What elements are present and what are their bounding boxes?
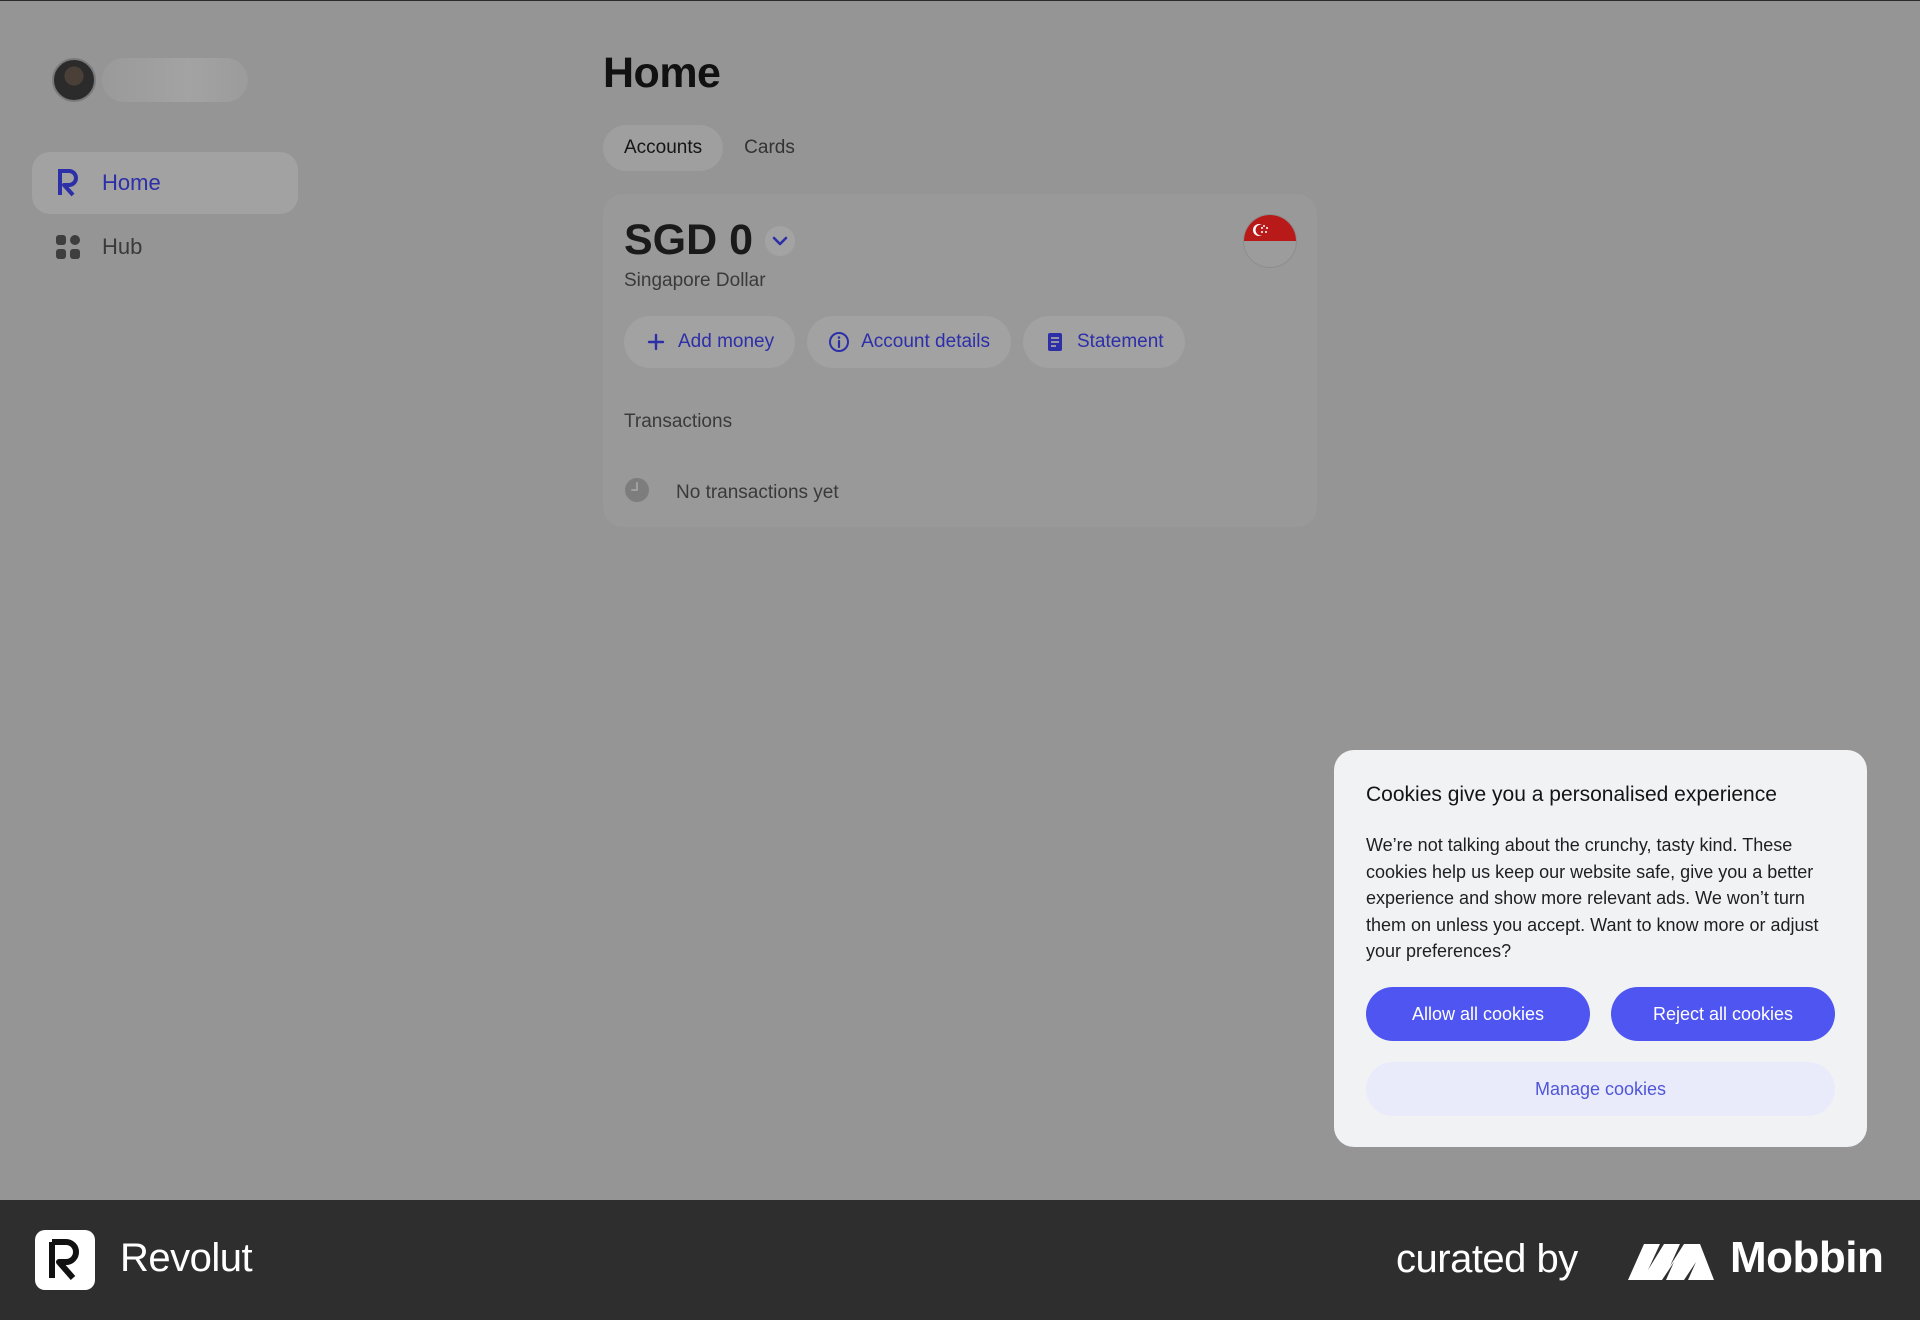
allow-all-cookies-button[interactable]: Allow all cookies <box>1366 987 1590 1041</box>
sidebar-nav: Home Hub <box>32 152 298 280</box>
add-money-label: Add money <box>678 331 775 352</box>
clock-icon <box>624 477 650 508</box>
app-name: Revolut <box>120 1236 253 1280</box>
account-balance: SGD 0 <box>624 216 754 264</box>
cookie-consent-dialog: Cookies give you a personalised experien… <box>1334 750 1867 1147</box>
cookie-primary-actions: Allow all cookies Reject all cookies <box>1366 987 1835 1041</box>
revolut-r-icon <box>54 169 82 197</box>
chevron-down-icon[interactable] <box>765 225 796 256</box>
transactions-heading: Transactions <box>624 411 733 432</box>
sidebar-item-label: Hub <box>102 234 143 259</box>
mobbin-brand: Mobbin <box>1730 1233 1884 1282</box>
transactions-empty-state: No transactions yet <box>624 477 839 508</box>
statement-label: Statement <box>1076 331 1164 352</box>
sidebar-item-label: Home <box>102 170 161 195</box>
plus-icon <box>645 331 667 353</box>
mobbin-footer: Revolut curated by Mobbin <box>0 1200 1920 1320</box>
revolut-logo-icon <box>35 1230 95 1290</box>
sidebar-item-hub[interactable]: Hub <box>32 216 298 278</box>
singapore-flag-icon[interactable] <box>1243 214 1297 268</box>
document-icon <box>1044 331 1066 353</box>
grid-icon <box>54 233 82 261</box>
reject-all-cookies-button[interactable]: Reject all cookies <box>1611 987 1835 1041</box>
app-window: Home Hub Home Accounts Cards SGD 0 Singa… <box>0 0 1920 1200</box>
tab-accounts[interactable]: Accounts <box>603 125 724 171</box>
account-details-button[interactable]: Account details <box>807 316 1011 368</box>
manage-cookies-button[interactable]: Manage cookies <box>1366 1062 1835 1116</box>
balance-row: SGD 0 <box>624 216 796 265</box>
profile[interactable] <box>52 58 248 102</box>
account-details-label: Account details <box>861 331 990 352</box>
cookie-dialog-title: Cookies give you a personalised experien… <box>1366 783 1777 806</box>
tab-bar: Accounts Cards <box>603 125 816 171</box>
account-actions: Add money Account details Statement <box>624 316 1197 368</box>
mobbin-logo-icon <box>1626 1240 1716 1287</box>
cookie-dialog-body: We’re not talking about the crunchy, tas… <box>1366 835 1819 961</box>
add-money-button[interactable]: Add money <box>624 316 796 368</box>
account-card: SGD 0 Singapore Dollar Add money Account… <box>603 194 1317 527</box>
tab-cards[interactable]: Cards <box>723 125 816 171</box>
avatar[interactable] <box>52 58 96 102</box>
sidebar-item-home[interactable]: Home <box>32 152 298 214</box>
currency-name: Singapore Dollar <box>624 270 766 291</box>
profile-name-blurred <box>102 58 248 102</box>
empty-transactions-text: No transactions yet <box>676 481 839 503</box>
page-title: Home <box>603 49 721 97</box>
info-icon <box>828 331 850 353</box>
statement-button[interactable]: Statement <box>1022 316 1185 368</box>
curated-by-text: curated by <box>1396 1237 1578 1281</box>
